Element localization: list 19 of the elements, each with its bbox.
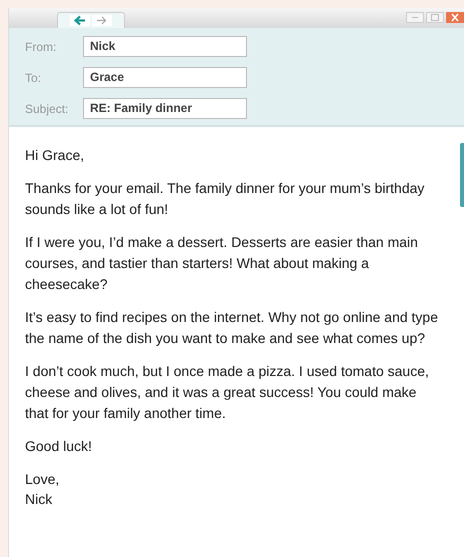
browser-tab[interactable]: [57, 12, 125, 28]
signoff-line: Love,: [25, 470, 60, 489]
message-paragraph: Hi Grace,: [25, 146, 86, 165]
input-field[interactable]: RE: Family dinner: [83, 98, 247, 119]
message-paragraph: It’s easy to find recipes on the internet. Why not go online and type the name of the dish you want to make and see what comes up?: [25, 308, 439, 348]
message-paragraph: Good luck!: [25, 437, 93, 456]
signoff-line: Nick: [25, 490, 54, 509]
scrollbar-thumb[interactable]: [460, 143, 464, 207]
maximize-icon[interactable]: [426, 12, 444, 23]
message-paragraph: I don’t cook much, but I once made a pizza. I used tomato sauce, cheese and olives, and it was a great success! You could make that for your family another time.: [25, 362, 430, 423]
minimize-icon[interactable]: [406, 12, 424, 23]
input-field[interactable]: Nick: [83, 36, 247, 57]
message-paragraph: If I were you, I’d make a dessert. Desserts are easier than main courses, and tastier than starters! What about making a cheesecake?: [25, 233, 419, 294]
field-label: Subject:: [25, 102, 70, 116]
message-paragraph: Thanks for your email. The family dinner for your mum’s birthday sounds like a lot of fun!: [25, 179, 426, 219]
input-field[interactable]: Grace: [83, 67, 247, 88]
field-label: To:: [25, 70, 42, 84]
close-icon[interactable]: [446, 12, 464, 23]
field-label: From:: [25, 40, 58, 54]
